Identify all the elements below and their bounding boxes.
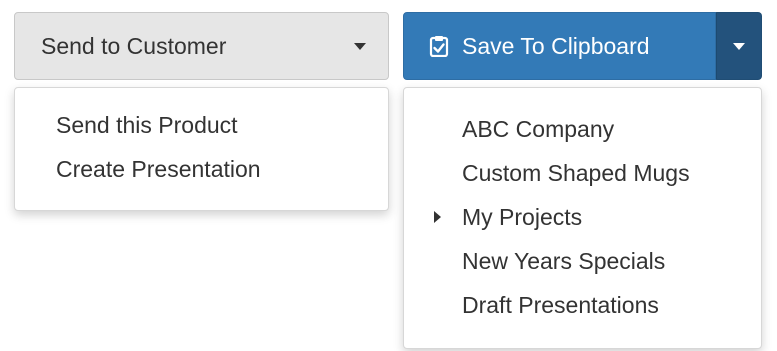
menu-item-my-projects[interactable]: My Projects [404, 202, 761, 246]
save-to-clipboard-toggle[interactable] [716, 12, 762, 80]
menu-item-new-years-specials[interactable]: New Years Specials [404, 246, 761, 290]
save-to-clipboard-button[interactable]: Save To Clipboard [403, 12, 716, 80]
clipboard-check-icon [428, 35, 450, 58]
save-to-clipboard-menu: ABC Company Custom Shaped Mugs My Projec… [403, 87, 762, 349]
send-to-customer-label: Send to Customer [41, 32, 227, 59]
send-to-customer-button[interactable]: Send to Customer [14, 12, 389, 80]
menu-item-label: Draft Presentations [462, 292, 659, 318]
chevron-down-icon [733, 42, 745, 50]
menu-item-label: My Projects [462, 204, 583, 230]
menu-item-send-this-product[interactable]: Send this Product [15, 110, 388, 154]
caret-right-icon [434, 211, 441, 223]
chevron-down-icon [354, 42, 366, 50]
menu-item-custom-shaped-mugs[interactable]: Custom Shaped Mugs [404, 158, 761, 202]
save-to-clipboard-label: Save To Clipboard [462, 32, 650, 59]
menu-item-label: ABC Company [462, 116, 615, 142]
dropdown-demo: Send to Customer Send this Product Creat… [0, 0, 777, 351]
menu-item-label: New Years Specials [462, 248, 666, 274]
menu-item-abc-company[interactable]: ABC Company [404, 114, 761, 158]
send-to-customer-menu: Send this Product Create Presentation [14, 87, 389, 211]
menu-item-create-presentation[interactable]: Create Presentation [15, 154, 388, 198]
menu-item-label: Custom Shaped Mugs [462, 160, 690, 186]
menu-item-draft-presentations[interactable]: Draft Presentations [404, 290, 761, 334]
